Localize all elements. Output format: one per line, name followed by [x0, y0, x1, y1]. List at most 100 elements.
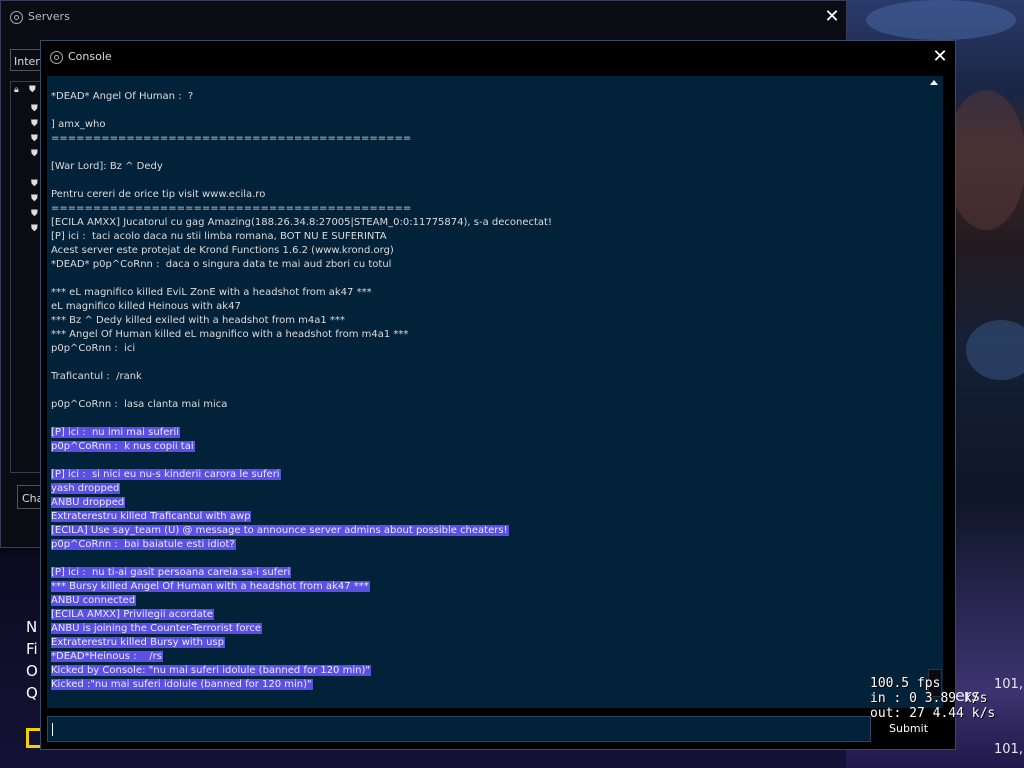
console-line-text: ANBU connected	[51, 595, 137, 606]
console-line: *** Bz ^ Dedy killed exiled with a heads…	[51, 314, 553, 328]
console-line: *DEAD* p0p^CoRnn : daca o singura data t…	[51, 258, 553, 272]
console-line-text: *** eL magnifico killed EviL ZonE with a…	[51, 287, 372, 298]
console-line-text: p0p^CoRnn : lasa clanta mai mica	[51, 399, 228, 410]
shield-icon: ⛊	[31, 224, 38, 234]
console-line-text: Acest server este protejat de Krond Func…	[51, 245, 394, 256]
console-line	[51, 272, 553, 286]
console-line-text: ] amx_who	[51, 119, 106, 130]
console-line-text: Extraterestru killed Traficantul with aw…	[51, 511, 252, 522]
console-line-text	[51, 273, 52, 284]
shield-icon: ⛊	[31, 179, 38, 189]
console-line: ] amx_who	[51, 118, 553, 132]
console-line-text: p0p^CoRnn : ici	[51, 343, 136, 354]
netgraph-out: out: 27 4.44 k/s	[870, 706, 996, 721]
menu-item-1[interactable]: Fi	[26, 640, 38, 658]
console-line: *** Bursy killed Angel Of Human with a h…	[51, 580, 553, 594]
shield-icon: ⛊	[31, 134, 38, 144]
console-line-text: Pentru cereri de orice tip visit www.eci…	[51, 189, 266, 200]
submit-button[interactable]: Submit	[883, 719, 953, 739]
console-line: [P] ici : nu imi mai suferii	[51, 426, 553, 440]
shield-icon: ⛊	[31, 209, 38, 219]
scroll-up-icon[interactable]	[930, 80, 938, 85]
console-line: ========================================…	[51, 132, 553, 146]
menu-item-2[interactable]: O	[26, 662, 38, 680]
shield-icon: ⛊	[31, 194, 38, 204]
console-line: [ECILA AMXX] Jucatorul cu gag Amazing(18…	[51, 216, 553, 230]
console-line	[51, 384, 553, 398]
console-line	[51, 174, 553, 188]
console-line: [ECILA] Use say_team (U) @ message to an…	[51, 524, 553, 538]
console-line-text: ANBU is joining the Counter-Terrorist fo…	[51, 623, 262, 634]
console-window-title: Console	[68, 50, 112, 63]
console-line-text: [ECILA AMXX] Jucatorul cu gag Amazing(18…	[51, 217, 552, 228]
console-output[interactable]: *DEAD* Angel Of Human : ? ] amx_who ======…	[47, 76, 943, 708]
console-line-text: p0p^CoRnn : k nus copii tai	[51, 441, 195, 452]
console-line-text: Kicked by Console: "nu mai suferi idolul…	[51, 665, 371, 676]
console-line: ========================================…	[51, 202, 553, 216]
console-line-text: *** Bz ^ Dedy killed exiled with a heads…	[51, 315, 345, 326]
console-line: p0p^CoRnn : bai baiatule esti idiot?	[51, 538, 553, 552]
console-line: p0p^CoRnn : k nus copii tai	[51, 440, 553, 454]
console-line-text: ANBU dropped	[51, 497, 126, 508]
console-line-text: ========================================…	[51, 203, 412, 214]
console-command-input[interactable]	[47, 716, 871, 742]
console-line-text: *DEAD* Angel Of Human : ?	[51, 91, 194, 102]
console-close-icon[interactable]: ✕	[931, 48, 949, 66]
console-line-text: Traficantul : /rank	[51, 371, 142, 382]
console-line: *DEAD*Heinous : /rs	[51, 650, 553, 664]
console-line: p0p^CoRnn : ici	[51, 342, 553, 356]
lock-icon: 🔒︎	[14, 85, 19, 95]
console-line-text	[51, 455, 52, 466]
console-line: [ECILA AMXX] Privilegii acordate	[51, 608, 553, 622]
menu-item-3[interactable]: Q	[26, 684, 38, 702]
console-line	[51, 454, 553, 468]
console-line: ANBU connected	[51, 594, 553, 608]
console-line-text	[51, 385, 52, 396]
console-line: *** eL magnifico killed EviL ZonE with a…	[51, 286, 553, 300]
console-line: Extraterestru killed Bursy with usp	[51, 636, 553, 650]
console-line	[51, 146, 553, 160]
shield-icon: ⛊	[31, 149, 38, 159]
menu-item-0[interactable]: N	[26, 618, 37, 636]
console-scrollbar[interactable]	[927, 77, 943, 707]
console-line: Extraterestru killed Traficantul with aw…	[51, 510, 553, 524]
console-line: [P] ici : si nici eu nu-s kinderii caror…	[51, 468, 553, 482]
background-number-2: 101,	[994, 742, 1023, 757]
console-line	[51, 104, 553, 118]
servers-close-icon[interactable]: ✕	[823, 8, 841, 26]
console-line: [P] ici : taci acolo daca nu stii limba …	[51, 230, 553, 244]
console-line: *DEAD* Angel Of Human : ?	[51, 90, 553, 104]
console-line	[51, 412, 553, 426]
steam-icon	[10, 11, 23, 24]
console-line-text: [ECILA AMXX] Privilegii acordate	[51, 609, 214, 620]
console-line: Traficantul : /rank	[51, 370, 553, 384]
console-line: *** Angel Of Human killed eL magnifico w…	[51, 328, 553, 342]
console-line-text	[51, 357, 52, 368]
console-line: [War Lord]: Bz ^ Dedy	[51, 160, 553, 174]
console-line-text	[51, 553, 52, 564]
shield-icon: ⛊	[29, 85, 36, 95]
console-line-text: [P] ici : taci acolo daca nu stii limba …	[51, 231, 387, 242]
shield-icon: ⛊	[31, 104, 38, 114]
console-window: Console ✕ *DEAD* Angel Of Human : ? ] amx…	[40, 40, 956, 750]
console-line: ANBU is joining the Counter-Terrorist fo…	[51, 622, 553, 636]
console-line-text: Kicked :"nu mai suferi idolule (banned f…	[51, 679, 313, 690]
console-line-text: eL magnifico killed Heinous with ak47	[51, 301, 241, 312]
console-line: yash dropped	[51, 482, 553, 496]
console-line-text: [War Lord]: Bz ^ Dedy	[51, 161, 163, 172]
console-line-text	[51, 147, 52, 158]
console-line: Kicked by Console: "nu mai suferi idolul…	[51, 664, 553, 678]
console-lines: *DEAD* Angel Of Human : ? ] amx_who ======…	[51, 90, 553, 692]
console-line: eL magnifico killed Heinous with ak47	[51, 300, 553, 314]
console-line-text: yash dropped	[51, 483, 121, 494]
console-line-text	[51, 105, 52, 116]
console-line	[51, 356, 553, 370]
console-line-text: [P] ici : nu imi mai suferii	[51, 427, 181, 438]
console-line: Acest server este protejat de Krond Func…	[51, 244, 553, 258]
console-line-text: *** Bursy killed Angel Of Human with a h…	[51, 581, 370, 592]
console-line: Kicked :"nu mai suferi idolule (banned f…	[51, 678, 553, 692]
shield-icon: ⛊	[31, 119, 38, 129]
background-text-ers: ers	[955, 686, 980, 705]
console-line-text: [P] ici : nu ti-ai gasit persoana careia…	[51, 567, 292, 578]
console-line-text	[51, 175, 52, 186]
